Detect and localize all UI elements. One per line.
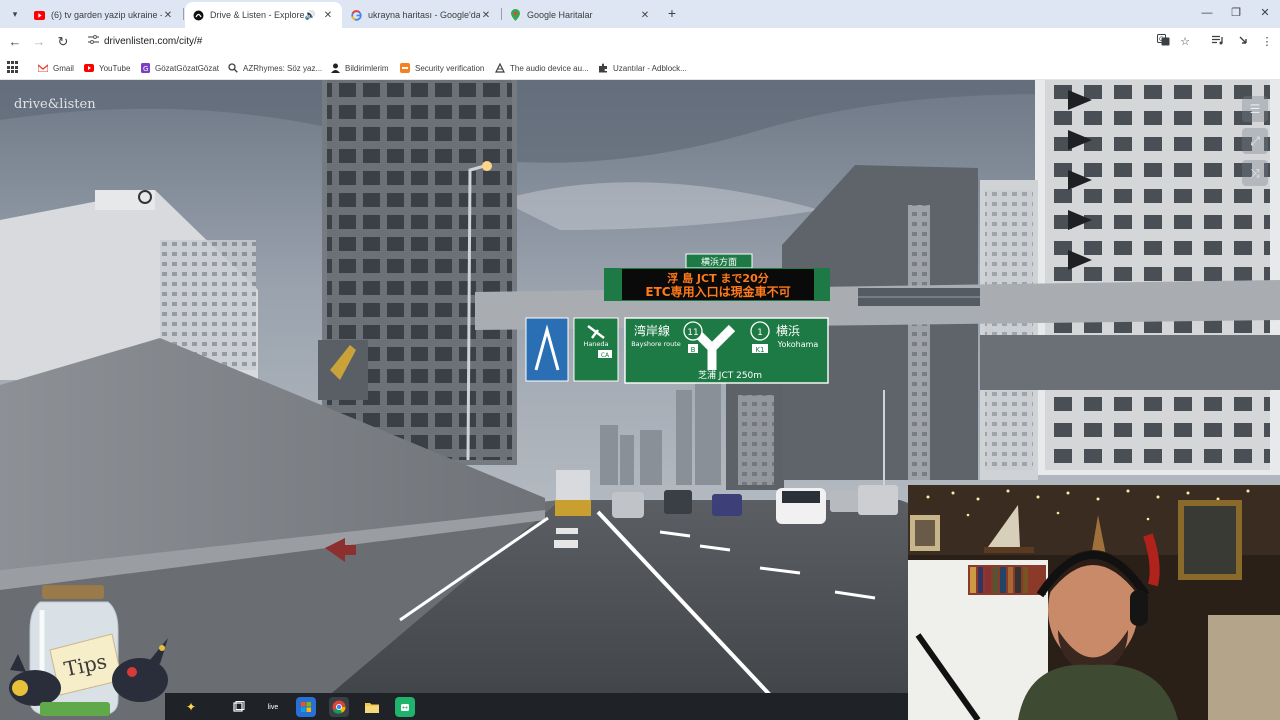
tab-strip: ▾ (6) tv garden yazip ukraine - Yo ✕ Dri… bbox=[0, 0, 1280, 28]
led-message-line2: ETC専用入口は現金車不可 bbox=[645, 284, 790, 299]
bookmark-label: The audio device au... bbox=[510, 63, 589, 73]
url-text: drivenlisten.com/city/# bbox=[104, 36, 203, 47]
search-icon bbox=[228, 63, 238, 73]
tab-separator bbox=[183, 8, 184, 20]
sign-yokohama-en: Yokohama bbox=[777, 340, 819, 349]
file-explorer-icon[interactable] bbox=[362, 697, 382, 717]
drive-listen-logo[interactable]: drive&listen bbox=[14, 97, 96, 112]
bookmarks-bar: Gmail YouTube G GözatGözatGözat AZRhymes… bbox=[0, 56, 1280, 80]
person-icon bbox=[330, 63, 340, 73]
led-message-line1: 浮 島 JCT まで20分 bbox=[667, 271, 768, 285]
menu-hamburger-icon[interactable]: ☰ bbox=[1242, 96, 1268, 122]
address-bar[interactable]: drivenlisten.com/city/# G ☆ bbox=[80, 31, 1200, 53]
task-view-icon[interactable] bbox=[229, 697, 249, 717]
google-icon bbox=[351, 9, 362, 21]
bookmark-youtube[interactable]: YouTube bbox=[84, 60, 130, 76]
media-control-icon[interactable] bbox=[1210, 34, 1226, 50]
sign-junction-distance: 芝浦 JCT 250m bbox=[698, 369, 762, 381]
youtube-icon bbox=[84, 63, 94, 73]
chrome-taskbar-icon[interactable] bbox=[329, 697, 349, 717]
close-window-icon[interactable]: ✕ bbox=[1255, 5, 1275, 21]
bookmark-label: YouTube bbox=[99, 63, 131, 73]
tab-title: ukrayna haritası - Google'da Ar bbox=[368, 10, 480, 20]
sign-route-11: 11 bbox=[687, 328, 698, 338]
restore-icon[interactable]: ❐ bbox=[1226, 5, 1246, 21]
svg-text:G: G bbox=[1159, 36, 1164, 43]
minimize-icon[interactable]: — bbox=[1197, 5, 1217, 21]
sign-route-k1: K1 bbox=[755, 346, 764, 354]
bookmark-audio-device[interactable]: The audio device au... bbox=[495, 60, 589, 76]
page-icon bbox=[495, 63, 505, 73]
translate-icon[interactable]: G bbox=[1155, 34, 1171, 50]
bookmark-icon: G bbox=[140, 63, 150, 73]
close-tab-icon[interactable]: ✕ bbox=[162, 10, 174, 21]
tab-search-chevron-icon[interactable]: ▾ bbox=[6, 5, 24, 23]
bookmark-label: Bildirimlerim bbox=[345, 63, 389, 73]
copilot-sparkle-icon[interactable]: ✦ bbox=[181, 697, 201, 717]
sign-route-1: 1 bbox=[757, 328, 763, 338]
microsoft-store-icon[interactable] bbox=[296, 697, 316, 717]
close-tab-icon[interactable]: ✕ bbox=[480, 10, 492, 21]
sign-route-b: B bbox=[691, 346, 696, 354]
tips-jar-widget[interactable]: Tips bbox=[0, 580, 190, 720]
app-taskbar-icon[interactable] bbox=[395, 697, 415, 717]
haneda-sign-text: Haneda bbox=[583, 340, 608, 348]
forward-arrow-icon[interactable]: → bbox=[30, 33, 48, 51]
bookmark-gozat[interactable]: G GözatGözatGözat bbox=[140, 60, 219, 76]
puzzle-icon bbox=[598, 63, 608, 73]
sign-direction-text: 横浜方面 bbox=[701, 256, 737, 268]
tab-title: Drive & Listen - Explore a N bbox=[210, 10, 305, 20]
tab-title: (6) tv garden yazip ukraine - Yo bbox=[51, 10, 162, 20]
youtube-icon bbox=[34, 10, 45, 21]
site-info-icon[interactable] bbox=[86, 35, 100, 49]
taskbar: ✦ live bbox=[165, 693, 908, 720]
browser-toolbar: ← → ↻ drivenlisten.com/city/# G ☆ ⋮ bbox=[0, 28, 1280, 56]
sign-yokohama-jp: 横浜 bbox=[776, 324, 800, 338]
reload-icon[interactable]: ↻ bbox=[54, 33, 72, 51]
sign-bayshore-en: Bayshore route bbox=[631, 340, 681, 348]
bookmark-label: Gmail bbox=[53, 63, 74, 73]
tab-youtube[interactable]: (6) tv garden yazip ukraine - Yo ✕ bbox=[26, 2, 182, 28]
drive-listen-icon bbox=[193, 10, 204, 21]
svg-text:G: G bbox=[143, 65, 148, 73]
back-arrow-icon[interactable]: ← bbox=[6, 33, 24, 51]
bookmark-uzantilar[interactable]: Uzantılar - Adblock... bbox=[598, 60, 687, 76]
sign-bayshore-jp: 湾岸線 bbox=[634, 323, 670, 338]
apps-grid-icon[interactable] bbox=[7, 61, 20, 74]
bookmark-label: AZRhymes: Söz yaz... bbox=[243, 63, 323, 73]
live-widget-icon[interactable]: live bbox=[263, 697, 283, 717]
fullscreen-icon[interactable]: ⤢ bbox=[1242, 128, 1268, 154]
bookmark-star-icon[interactable]: ☆ bbox=[1177, 34, 1193, 50]
close-tab-icon[interactable]: ✕ bbox=[639, 10, 651, 21]
speaker-icon[interactable]: 🔊 bbox=[305, 10, 316, 21]
close-tab-icon[interactable]: ✕ bbox=[322, 10, 334, 21]
bookmark-gmail[interactable]: Gmail bbox=[38, 60, 74, 76]
maps-pin-icon bbox=[510, 9, 521, 21]
gmail-icon bbox=[38, 63, 48, 73]
bookmark-bildirimlerim[interactable]: Bildirimlerim bbox=[330, 60, 389, 76]
tab-google-maps[interactable]: Google Haritalar ✕ bbox=[502, 2, 659, 28]
bookmark-label: Uzantılar - Adblock... bbox=[613, 63, 687, 73]
more-menu-icon[interactable]: ⋮ bbox=[1259, 34, 1275, 50]
shuffle-icon[interactable]: ⤨ bbox=[1242, 160, 1268, 186]
bookmark-label: GözatGözatGözat bbox=[155, 63, 220, 73]
bookmark-azrhymes[interactable]: AZRhymes: Söz yaz... bbox=[228, 60, 322, 76]
downloads-icon[interactable] bbox=[1235, 34, 1251, 50]
shield-icon bbox=[400, 63, 410, 73]
bookmark-label: Security verification bbox=[415, 63, 485, 73]
bookmark-security[interactable]: Security verification bbox=[400, 60, 484, 76]
tab-title: Google Haritalar bbox=[527, 10, 593, 20]
haneda-sign-code: CA bbox=[601, 352, 610, 359]
tab-google-search[interactable]: ukrayna haritası - Google'da Ar ✕ bbox=[343, 2, 500, 28]
webcam-overlay bbox=[908, 485, 1280, 720]
tab-drive-listen[interactable]: Drive & Listen - Explore a N 🔊 ✕ bbox=[185, 2, 342, 28]
new-tab-plus-icon[interactable]: + bbox=[664, 5, 680, 21]
page-viewport: 横浜方面 浮 島 JCT まで20分 ETC専用入口は現金車不可 Haneda … bbox=[0, 80, 1280, 720]
